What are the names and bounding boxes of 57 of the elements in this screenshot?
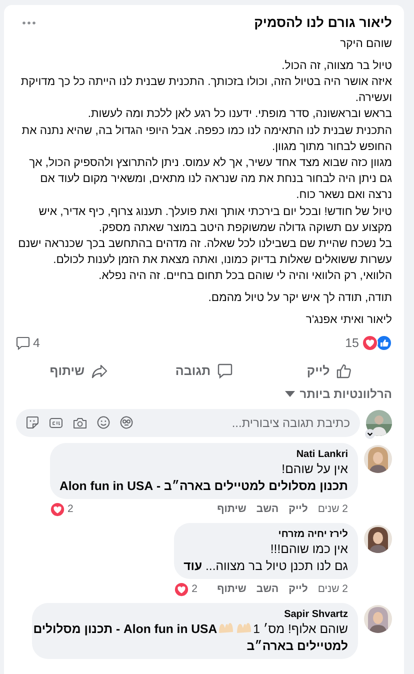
comment-action-link[interactable]: השב <box>256 503 279 516</box>
comment-action-link[interactable]: השב <box>256 583 279 596</box>
post-text: שוהם היקר <box>339 37 392 52</box>
post-text: בל נשכח שהיית שם בשבילנו לכל שאלה. זה מדהים בהתחשב בכך שכנראה ישנם עשרות ששואלים שאלות בדיוק כמונו, ואתה מצאת את הזמן לענות לכולם. <box>17 236 392 268</box>
camera-icon[interactable] <box>73 416 87 429</box>
post-text: בראש ובראשונה, סדר מופתי. ידענו כל רגע לאן ללכת ומה לעשות. <box>86 106 392 122</box>
comment-action-link[interactable]: שיתוף <box>217 583 246 596</box>
page-tag-link[interactable]: תכנון מסלולים למטיילים בארה״ב - Alon fun in USA <box>60 478 348 493</box>
comment-text: גם לנו תכנן טיול בר מצווה... עוד <box>184 558 348 573</box>
heart-reaction-icon <box>362 335 378 352</box>
comment-action-link[interactable]: שיתוף <box>217 503 246 516</box>
sticker-icon[interactable] <box>26 416 39 430</box>
comment-author[interactable]: Sapir Shvartz <box>284 608 348 622</box>
comment-count[interactable]: 4 <box>33 336 40 350</box>
comment-text: אין על שוהם! <box>282 462 348 476</box>
thumbs-up-icon <box>336 363 352 380</box>
comment-action-link[interactable]: לייק <box>288 583 308 596</box>
action-button[interactable]: לייק <box>266 357 392 386</box>
comment-input-field[interactable]: כתיבת תגובה ציבורית... <box>16 409 360 438</box>
reaction-count[interactable]: 2 <box>68 503 74 516</box>
emoji-icon[interactable] <box>97 416 110 430</box>
post-text: טיול בר מצווה, זה הכול. <box>280 58 392 74</box>
post-text: טיול של חודש! ובכל יום בירכתי אותך ואת פועלך. תענוג צרוף, כיף אדיר, איש מקצוע עם תשוקה גדולה שמשוקפת היטב במוצר שאתה מספק. <box>38 204 392 236</box>
comment-action-link[interactable]: לייק <box>288 503 308 516</box>
post-text: ליאור ואיתי אפנג'ר <box>304 312 392 328</box>
comment-icon <box>216 363 233 380</box>
action-button[interactable]: שיתוף <box>16 357 142 386</box>
comment-author[interactable]: לירז יחיה מזרחי <box>278 528 348 542</box>
comment-time[interactable]: 2 שנים <box>318 503 348 516</box>
sort-dropdown[interactable]: הרלוונטיות ביותר <box>284 387 392 402</box>
raised-hands-icon <box>218 621 234 634</box>
more-icon[interactable] <box>22 20 36 24</box>
chevron-down-icon[interactable] <box>365 429 375 440</box>
like-reaction-icon <box>376 335 392 352</box>
share-arrow-icon <box>90 364 108 379</box>
gif-icon[interactable] <box>49 416 63 429</box>
comment-text: שוהם אלוף! מס׳ 1 <box>253 622 348 636</box>
reaction-count[interactable]: 15 <box>345 336 359 350</box>
post-text: התכנית שבנית לנו התאימה לנו כמו כפפה. אבל היופי הגדול בה, שהיא נתנה את החופש לבחור מתוך מגוון. <box>20 124 392 155</box>
page-tag-link[interactable]: למטיילים בארה״ב <box>246 638 348 653</box>
post-text: תודה, תודה לך איש יקר על טיול מהמם. <box>207 290 392 306</box>
reaction-count[interactable]: 2 <box>192 583 198 596</box>
heart-reaction-icon <box>174 582 189 597</box>
caret-icon <box>284 391 295 398</box>
post-title: ליאור גורם לנו להסמיק <box>254 15 392 30</box>
comment-time[interactable]: 2 שנים <box>318 583 348 596</box>
heart-reaction-icon <box>50 502 64 517</box>
raised-hands-icon <box>236 621 252 634</box>
comment-text: אין כמו שוהם!!! <box>270 542 348 556</box>
post-text: הלוואי, רק הלוואי והיה לי שוהם בכל תחום בחיים. זה היה נפלא. <box>98 268 392 284</box>
avatar-sticker-icon[interactable] <box>120 416 133 430</box>
comment-icon <box>16 336 30 350</box>
page-tag-link[interactable]: Alon fun in USA - תכנון מסלולים <box>33 622 218 636</box>
post-text: איזה אושר היה בטיול הזה, וכולו בזכותך. התכנית שבנית לנו הייתה כל כך מדויקת ועשירה. <box>20 74 392 106</box>
post-text: מגוון כזה שבוא מצד אחד עשיר, אך לא עמוס. ניתן להתרוצץ ולהספיק הכול, אך גם ניתן היה לבחור בנחת את מה שנראה לנו מתאים, ומשאיר מקום לעוד אם נרצה ואם נשאר כוח. <box>28 156 392 204</box>
action-button[interactable]: תגובה <box>141 357 267 386</box>
comment-author[interactable]: Nati Lankri <box>296 448 348 462</box>
